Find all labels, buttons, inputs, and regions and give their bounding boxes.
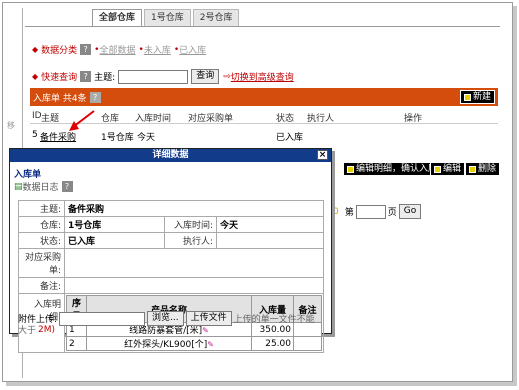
go-button[interactable]: Go <box>398 204 422 219</box>
filter-done-link[interactable]: 已入库 <box>179 43 206 56</box>
filter-pending-link[interactable]: 未入库 <box>144 43 171 56</box>
new-icon <box>463 93 471 101</box>
data-log-row: ▤ 数据日志 ? <box>14 180 76 193</box>
row-time: 今天 <box>137 133 156 143</box>
table-row: 2 红外探头/KL900[个]✎ 25.00 <box>66 336 322 351</box>
category-label: 数据分类 <box>41 46 78 56</box>
detail-fields-table: 主题: 备件采购 仓库: 1号仓库 入库时间: 今天 状态: 已入库 执行人: … <box>18 200 324 353</box>
item-qty: 25.00 <box>251 336 294 351</box>
list-header: ID 主题 仓库 入库时间 对应采购单 状态 执行人 操作 <box>30 108 498 124</box>
executor-field-value <box>216 232 324 249</box>
col-subject: 主题 <box>41 114 60 124</box>
table-row[interactable]: 5 备件采购 1号仓库 今天 已入库 <box>30 127 498 143</box>
subject-label: 主题: <box>94 73 116 83</box>
dialog-section-title: 入库单 <box>14 170 42 180</box>
diamond-icon: ◆ <box>32 72 39 81</box>
edit-pen-icon[interactable]: ✎ <box>202 326 209 335</box>
help-icon[interactable]: ? <box>89 91 101 103</box>
edit-icon <box>347 165 354 173</box>
upload-row: 附件上传: 浏览... 上传文件 上传的单一文件不能 <box>18 311 315 326</box>
subject-search-input[interactable] <box>118 69 189 84</box>
page-suffix: 页 <box>387 208 397 218</box>
close-icon[interactable]: × <box>317 150 328 160</box>
new-button[interactable]: 新建 <box>459 90 495 104</box>
upload-note-row: 大于 2M) <box>18 323 56 337</box>
warehouse-field-label: 仓库: <box>18 216 65 233</box>
delete-label: 删除 <box>478 164 497 174</box>
col-time: 入库时间 <box>135 114 172 124</box>
item-name: 红外探头/KL900[个] <box>124 340 208 350</box>
edit-detail-confirm-button[interactable]: 编辑明细，确认入库 <box>343 162 442 176</box>
row-warehouse: 1号仓库 <box>101 133 134 143</box>
switch-icon: ⇨ <box>223 71 231 82</box>
item-name-cell: 红外探头/KL900[个]✎ <box>86 336 252 351</box>
browse-button[interactable]: 浏览... <box>147 311 184 326</box>
col-purchase: 对应采购单 <box>188 114 234 124</box>
subject-field-value: 备件采购 <box>64 200 324 217</box>
dialog-title: 详细数据 <box>152 150 189 160</box>
purchase-field-label: 对应采购单: <box>18 248 65 278</box>
item-no: 2 <box>66 336 87 351</box>
page-prefix: 第 <box>344 208 354 218</box>
advanced-search-link[interactable]: 切换到高级查询 <box>231 70 294 83</box>
col-executor: 执行人 <box>307 114 335 124</box>
list-title: 入库单 共4条 <box>33 93 87 104</box>
delete-icon <box>469 165 476 173</box>
tab-warehouse-2[interactable]: 2号仓库 <box>192 9 240 26</box>
pointer-arrow-icon <box>69 110 95 131</box>
col-status: 状态 <box>276 114 295 124</box>
edit-icon <box>434 165 441 173</box>
help-icon[interactable]: ? <box>80 44 92 55</box>
warehouse-tabs: 全部仓库 1号仓库 2号仓库 <box>92 9 240 27</box>
quick-search-row: ◆ 快速查询 ? 主题: 查询 ⇨ 切换到高级查询 <box>32 69 294 84</box>
col-actions: 操作 <box>404 114 423 124</box>
row-id: 5 <box>32 130 38 140</box>
time-field-label: 入库时间: <box>164 216 217 233</box>
note-field-value <box>64 277 324 294</box>
edit-button[interactable]: 编辑 <box>430 162 466 176</box>
status-field-value: 已入库 <box>64 232 165 249</box>
pager: 0 第 页 Go <box>333 204 422 219</box>
help-icon[interactable]: ? <box>80 71 92 82</box>
list-title-bar: 入库单 共4条 ? 新建 <box>30 88 498 106</box>
upload-size-limit: 2M) <box>38 324 56 335</box>
query-button[interactable]: 查询 <box>191 69 220 84</box>
edit-detail-confirm-label: 编辑明细，确认入库 <box>356 164 438 174</box>
col-warehouse: 仓库 <box>101 114 120 124</box>
note-field-label: 备注: <box>18 277 65 294</box>
delete-button[interactable]: 删除 <box>465 162 501 176</box>
row-status: 已入库 <box>276 133 304 143</box>
item-note <box>293 336 322 351</box>
quick-search-label: 快速查询 <box>41 73 78 83</box>
page-input[interactable] <box>355 204 386 219</box>
upload-note-prefix: 大于 <box>18 326 37 336</box>
dialog-titlebar: 详细数据 × <box>10 149 331 162</box>
help-icon[interactable]: ? <box>61 181 73 192</box>
subject-field-label: 主题: <box>18 200 65 217</box>
data-log-label[interactable]: 数据日志 <box>23 180 59 193</box>
item-name: 线路防暴套管/[米] <box>129 326 203 336</box>
file-path-input[interactable] <box>59 311 146 326</box>
edit-label: 编辑 <box>443 164 462 174</box>
warehouse-field-value: 1号仓库 <box>64 216 165 233</box>
time-field-value: 今天 <box>216 216 324 233</box>
edit-pen-icon[interactable]: ✎ <box>207 340 214 349</box>
executor-field-label: 执行人: <box>164 232 217 249</box>
filter-row: ◆ 数据分类 ? • 全部数据 • 未入库 • 已入库 <box>32 43 206 56</box>
tab-divider <box>25 26 500 27</box>
pager-digit: 0 <box>333 206 339 217</box>
tab-all-warehouses[interactable]: 全部仓库 <box>92 9 143 27</box>
upload-file-button[interactable]: 上传文件 <box>185 311 232 326</box>
tab-warehouse-1[interactable]: 1号仓库 <box>144 9 191 26</box>
new-button-label: 新建 <box>472 92 491 102</box>
detail-dialog: 详细数据 × 入库单 ▤ 数据日志 ? 主题: 备件采购 仓库: 1号仓库 入库… <box>9 148 332 353</box>
upload-note: 上传的单一文件不能 <box>233 315 315 325</box>
document-icon: ▤ <box>14 181 23 192</box>
filter-all-link[interactable]: 全部数据 <box>99 43 135 56</box>
side-char: 移 <box>7 121 15 130</box>
diamond-icon: ◆ <box>32 45 39 54</box>
status-field-label: 状态: <box>18 232 65 249</box>
purchase-field-value <box>64 248 324 278</box>
